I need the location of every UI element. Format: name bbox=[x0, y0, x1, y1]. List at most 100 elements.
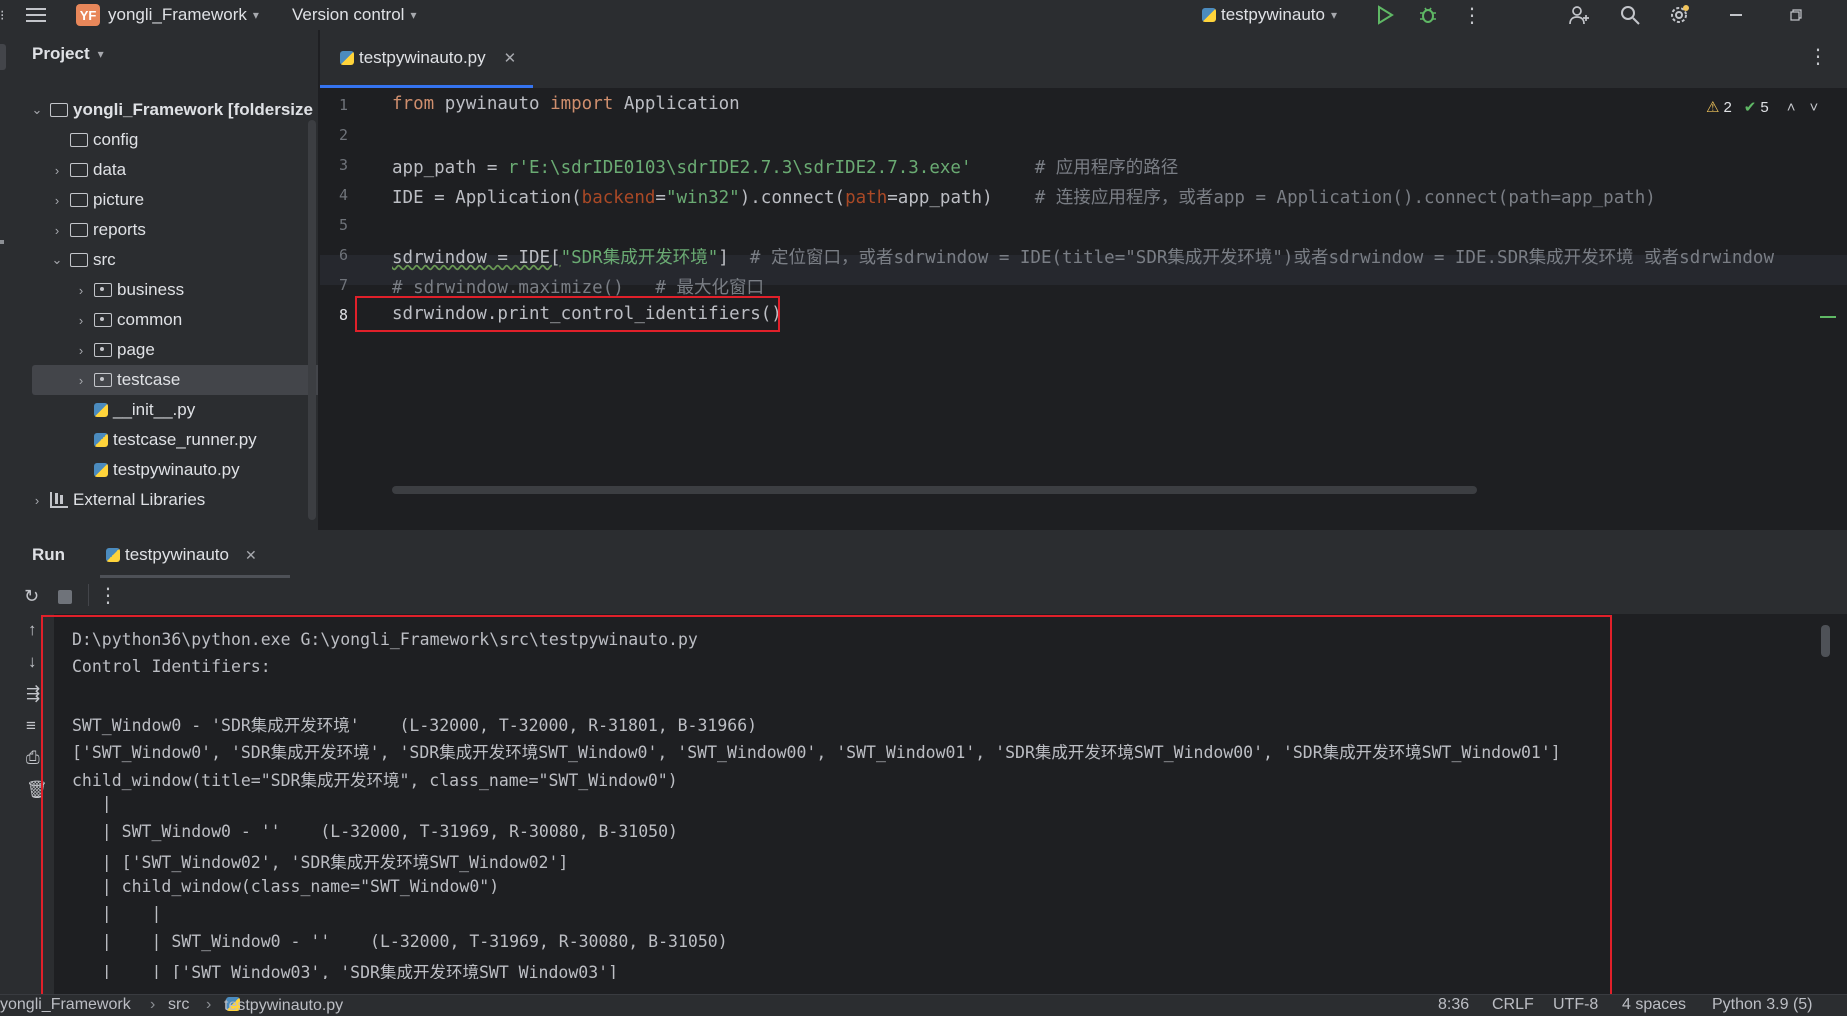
folder-icon bbox=[50, 103, 68, 117]
close-icon[interactable]: ✕ bbox=[245, 547, 257, 564]
run-tab-testpywinauto[interactable]: testpywinauto ✕ bbox=[100, 545, 257, 565]
restore-icon[interactable] bbox=[1790, 0, 1802, 30]
run-button[interactable] bbox=[1376, 0, 1394, 30]
arrow-down-icon[interactable]: ↓ bbox=[28, 652, 37, 672]
project-scrollbar[interactable] bbox=[308, 120, 316, 520]
tree-item-init-py[interactable]: __init__.py bbox=[16, 395, 318, 425]
highlight-box-console bbox=[41, 615, 1612, 998]
status-bar: yongli_Framework › src › testpywinauto.p… bbox=[0, 994, 1847, 1016]
window-edge: ⁝ bbox=[0, 6, 5, 23]
editor-tab-bar: testpywinauto.py ✕ ⋮ bbox=[320, 30, 1847, 89]
chevron-down-icon: ⌄ bbox=[51, 252, 63, 267]
title-bar: ⁝ YF yongli_Framework ▾ Version control … bbox=[0, 0, 1847, 30]
settings-gear-icon[interactable] bbox=[1668, 0, 1690, 30]
debug-button[interactable] bbox=[1418, 0, 1438, 30]
tree-item-reports[interactable]: › reports bbox=[16, 215, 318, 245]
search-icon[interactable] bbox=[1620, 0, 1640, 30]
line-separator[interactable]: CRLF bbox=[1492, 996, 1534, 1014]
run-config-selector[interactable]: testpywinauto ▾ bbox=[1196, 0, 1337, 30]
tree-item-testpywinauto[interactable]: testpywinauto.py bbox=[16, 455, 318, 485]
active-tab-indicator bbox=[320, 85, 533, 88]
tree-item-common[interactable]: › common bbox=[16, 305, 318, 335]
tree-item-page[interactable]: › page bbox=[16, 335, 318, 365]
chevron-down-icon: ▾ bbox=[252, 8, 259, 22]
change-marker bbox=[1820, 316, 1836, 318]
console-scrollbar[interactable] bbox=[1821, 625, 1830, 657]
chevron-up-icon[interactable]: ˄ bbox=[1787, 99, 1796, 116]
chevron-down-icon: ▾ bbox=[97, 47, 104, 61]
code-line-4[interactable]: IDE = Application(backend="win32").conne… bbox=[392, 184, 1656, 209]
tree-item-testcase-runner[interactable]: testcase_runner.py bbox=[16, 425, 318, 455]
editor-tab-testpywinauto[interactable]: testpywinauto.py ✕ bbox=[334, 48, 516, 68]
soft-wrap-icon[interactable]: ⇶ bbox=[26, 684, 40, 704]
line-number: 4 bbox=[338, 186, 348, 204]
scroll-to-end-icon[interactable]: ≡ bbox=[26, 716, 36, 736]
run-toolbar: ↻ ⋮ bbox=[16, 578, 1847, 614]
breadcrumb-src[interactable]: src bbox=[168, 996, 189, 1014]
line-number: 7 bbox=[338, 276, 348, 294]
tree-item-data[interactable]: › data bbox=[16, 155, 318, 185]
tree-item-picture[interactable]: › picture bbox=[16, 185, 318, 215]
tree-item-src[interactable]: ⌄ src bbox=[16, 245, 318, 275]
toolbar-separator bbox=[88, 584, 89, 606]
more-actions-icon[interactable]: ⋮ bbox=[1462, 0, 1482, 30]
chevron-right-icon: › bbox=[78, 282, 84, 298]
project-panel-header[interactable]: Project ▾ bbox=[32, 44, 104, 64]
tree-item-external-libraries[interactable]: › External Libraries bbox=[16, 485, 318, 515]
tree-item-business[interactable]: › business bbox=[16, 275, 318, 305]
check-count: 5 bbox=[1760, 98, 1769, 116]
code-line-1[interactable]: from pywinauto import Application bbox=[392, 94, 740, 114]
python-file-icon bbox=[94, 433, 108, 447]
tab-options-icon[interactable]: ⋮ bbox=[1808, 44, 1828, 69]
editor-horizontal-scrollbar[interactable] bbox=[392, 486, 1477, 494]
line-number: 1 bbox=[338, 96, 348, 114]
chevron-right-icon: › bbox=[54, 192, 60, 208]
package-icon bbox=[94, 283, 112, 297]
python-file-icon bbox=[94, 403, 108, 417]
line-number: 5 bbox=[338, 216, 348, 234]
rerun-icon[interactable]: ↻ bbox=[24, 586, 39, 607]
package-icon bbox=[94, 313, 112, 327]
project-switcher[interactable]: YF yongli_Framework ▾ bbox=[76, 0, 259, 30]
chevron-down-icon: ▾ bbox=[1330, 8, 1337, 22]
tree-item-label: src bbox=[93, 250, 116, 269]
project-badge: YF bbox=[76, 4, 100, 26]
tree-item-config[interactable]: config bbox=[16, 125, 318, 155]
arrow-up-icon[interactable]: ↑ bbox=[28, 620, 37, 640]
tree-item-label: picture bbox=[93, 190, 145, 209]
breadcrumb-root[interactable]: yongli_Framework bbox=[0, 996, 131, 1014]
chevron-right-icon: › bbox=[78, 372, 84, 388]
python-icon bbox=[1202, 8, 1216, 22]
run-panel-header: Run testpywinauto ✕ bbox=[16, 530, 1847, 578]
warning-icon: ⚠ bbox=[1706, 99, 1720, 116]
add-user-icon[interactable] bbox=[1568, 0, 1590, 30]
chevron-right-icon: › bbox=[54, 162, 60, 178]
chevron-down-icon[interactable]: ˅ bbox=[1809, 99, 1818, 116]
code-line-6[interactable]: sdrwindow = IDE["SDR集成开发环境"] # 定位窗口，或者sd… bbox=[392, 244, 1774, 269]
close-icon[interactable]: ✕ bbox=[504, 49, 517, 67]
python-interpreter[interactable]: Python 3.9 (5) bbox=[1712, 996, 1813, 1014]
project-tool-icon[interactable] bbox=[0, 44, 6, 70]
indent-setting[interactable]: 4 spaces bbox=[1622, 996, 1686, 1014]
python-file-icon bbox=[94, 463, 108, 477]
code-line-3[interactable]: app_path = r'E:\sdrIDE0103\sdrIDE2.7.3\s… bbox=[392, 154, 1178, 179]
vcs-menu[interactable]: Version control ▾ bbox=[292, 0, 416, 30]
file-encoding[interactable]: UTF-8 bbox=[1553, 996, 1598, 1014]
tree-item-yongli-framework[interactable]: ⌄ yongli_Framework [foldersize bbox=[16, 95, 318, 125]
more-actions-icon[interactable]: ⋮ bbox=[98, 583, 118, 608]
folder-icon bbox=[70, 193, 88, 207]
tree-item-testcase[interactable]: › testcase bbox=[32, 365, 318, 395]
tree-item-label: testpywinauto.py bbox=[113, 460, 240, 479]
inspections-widget[interactable]: ⚠ 2 ✔ 5 ˄ ˅ bbox=[1706, 98, 1818, 117]
minimize-icon[interactable] bbox=[1730, 0, 1742, 30]
caret-position[interactable]: 8:36 bbox=[1438, 996, 1469, 1014]
bug-icon bbox=[1420, 7, 1436, 23]
project-name: yongli_Framework bbox=[108, 5, 247, 24]
stop-icon[interactable] bbox=[58, 590, 72, 604]
tool-strip-marker bbox=[0, 240, 4, 244]
tree-item-label: testcase_runner.py bbox=[113, 430, 257, 449]
main-menu-icon[interactable] bbox=[26, 0, 46, 30]
tool-window-strip bbox=[0, 30, 16, 994]
print-icon[interactable]: ⎙ bbox=[26, 748, 40, 768]
run-tab-label: testpywinauto bbox=[125, 545, 229, 564]
